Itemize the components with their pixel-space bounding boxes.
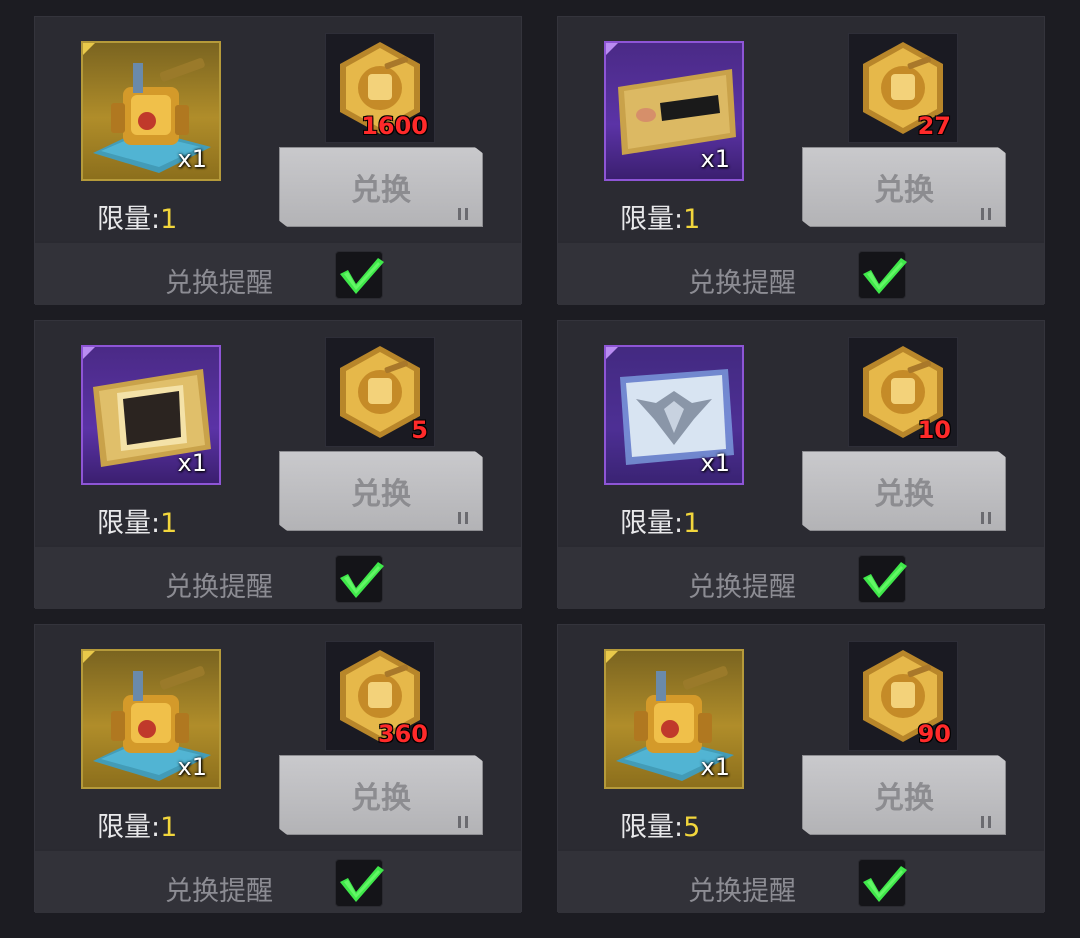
cost-value: 1600 — [361, 112, 428, 140]
rarity-corner — [606, 347, 618, 359]
exchange-shop-grid: x1 限量:1 1600 兑换 兑换提醒 x1 限量:1 27 兑换 兑换提醒 … — [0, 0, 1080, 938]
remind-checkbox[interactable] — [335, 555, 384, 603]
exchange-button[interactable]: 兑换 — [279, 451, 483, 531]
remind-row: 兑换提醒 — [558, 243, 1044, 305]
cost-value: 10 — [917, 416, 951, 444]
exchange-card: x1 限量:5 90 兑换 兑换提醒 — [557, 624, 1045, 913]
remind-checkbox[interactable] — [858, 251, 907, 299]
limit-value: 1 — [160, 204, 178, 235]
reward-item-slot[interactable]: x1 — [604, 345, 744, 485]
cost-slot[interactable]: 10 — [848, 337, 958, 447]
card-top: x1 限量:1 10 兑换 — [558, 321, 1044, 545]
cost-value: 360 — [377, 720, 428, 748]
purchase-limit: 限量:1 — [97, 805, 177, 844]
exchange-button[interactable]: 兑换 — [802, 755, 1006, 835]
exchange-card: x1 限量:1 10 兑换 兑换提醒 — [557, 320, 1045, 609]
remind-checkbox[interactable] — [858, 555, 907, 603]
exchange-card: x1 限量:1 27 兑换 兑换提醒 — [557, 16, 1045, 305]
limit-label: 限量: — [620, 204, 684, 235]
limit-value: 1 — [683, 204, 701, 235]
reward-quantity: x1 — [177, 449, 207, 477]
limit-value: 1 — [160, 508, 178, 539]
reward-quantity: x1 — [177, 145, 207, 173]
remind-checkbox[interactable] — [335, 251, 384, 299]
cost-slot[interactable]: 360 — [325, 641, 435, 751]
button-decoration — [981, 512, 991, 524]
exchange-button[interactable]: 兑换 — [802, 451, 1006, 531]
reward-item-slot[interactable]: x1 — [604, 649, 744, 789]
button-decoration — [981, 816, 991, 828]
rarity-corner — [83, 347, 95, 359]
cost-slot[interactable]: 27 — [848, 33, 958, 143]
purchase-limit: 限量:5 — [620, 805, 700, 844]
remind-label: 兑换提醒 — [688, 876, 796, 907]
exchange-button-label: 兑换 — [874, 781, 934, 816]
button-decoration — [458, 208, 468, 220]
remind-label: 兑换提醒 — [165, 268, 273, 299]
exchange-button[interactable]: 兑换 — [279, 755, 483, 835]
cost-slot[interactable]: 5 — [325, 337, 435, 447]
cost-value: 90 — [917, 720, 951, 748]
reward-quantity: x1 — [700, 753, 730, 781]
limit-label: 限量: — [97, 508, 161, 539]
reward-item-slot[interactable]: x1 — [81, 649, 221, 789]
card-top: x1 限量:1 1600 兑换 — [35, 17, 521, 241]
exchange-button-label: 兑换 — [874, 477, 934, 512]
rarity-corner — [83, 43, 95, 55]
exchange-button-label: 兑换 — [351, 477, 411, 512]
limit-value: 1 — [683, 508, 701, 539]
limit-value: 1 — [160, 812, 178, 843]
purchase-limit: 限量:1 — [97, 197, 177, 236]
remind-row: 兑换提醒 — [558, 851, 1044, 913]
remind-label: 兑换提醒 — [165, 572, 273, 603]
exchange-card: x1 限量:1 1600 兑换 兑换提醒 — [34, 16, 522, 305]
rarity-corner — [83, 651, 95, 663]
rarity-corner — [606, 651, 618, 663]
card-top: x1 限量:5 90 兑换 — [558, 625, 1044, 849]
button-decoration — [458, 816, 468, 828]
cost-value: 27 — [917, 112, 951, 140]
limit-value: 5 — [683, 812, 701, 843]
reward-item-slot[interactable]: x1 — [604, 41, 744, 181]
button-decoration — [981, 208, 991, 220]
remind-label: 兑换提醒 — [688, 572, 796, 603]
exchange-card: x1 限量:1 5 兑换 兑换提醒 — [34, 320, 522, 609]
remind-label: 兑换提醒 — [688, 268, 796, 299]
remind-checkbox[interactable] — [335, 859, 384, 907]
purchase-limit: 限量:1 — [620, 197, 700, 236]
exchange-button-label: 兑换 — [351, 173, 411, 208]
reward-item-slot[interactable]: x1 — [81, 41, 221, 181]
card-top: x1 限量:1 360 兑换 — [35, 625, 521, 849]
exchange-button[interactable]: 兑换 — [802, 147, 1006, 227]
exchange-button-label: 兑换 — [351, 781, 411, 816]
card-top: x1 限量:1 5 兑换 — [35, 321, 521, 545]
reward-item-slot[interactable]: x1 — [81, 345, 221, 485]
purchase-limit: 限量:1 — [97, 501, 177, 540]
reward-quantity: x1 — [177, 753, 207, 781]
remind-label: 兑换提醒 — [165, 876, 273, 907]
limit-label: 限量: — [620, 508, 684, 539]
card-top: x1 限量:1 27 兑换 — [558, 17, 1044, 241]
rarity-corner — [606, 43, 618, 55]
remind-row: 兑换提醒 — [35, 851, 521, 913]
limit-label: 限量: — [620, 812, 684, 843]
reward-quantity: x1 — [700, 449, 730, 477]
remind-row: 兑换提醒 — [558, 547, 1044, 609]
cost-slot[interactable]: 90 — [848, 641, 958, 751]
remind-row: 兑换提醒 — [35, 243, 521, 305]
exchange-button[interactable]: 兑换 — [279, 147, 483, 227]
button-decoration — [458, 512, 468, 524]
purchase-limit: 限量:1 — [620, 501, 700, 540]
remind-row: 兑换提醒 — [35, 547, 521, 609]
reward-quantity: x1 — [700, 145, 730, 173]
remind-checkbox[interactable] — [858, 859, 907, 907]
cost-value: 5 — [411, 416, 428, 444]
exchange-card: x1 限量:1 360 兑换 兑换提醒 — [34, 624, 522, 913]
limit-label: 限量: — [97, 812, 161, 843]
limit-label: 限量: — [97, 204, 161, 235]
cost-slot[interactable]: 1600 — [325, 33, 435, 143]
exchange-button-label: 兑换 — [874, 173, 934, 208]
